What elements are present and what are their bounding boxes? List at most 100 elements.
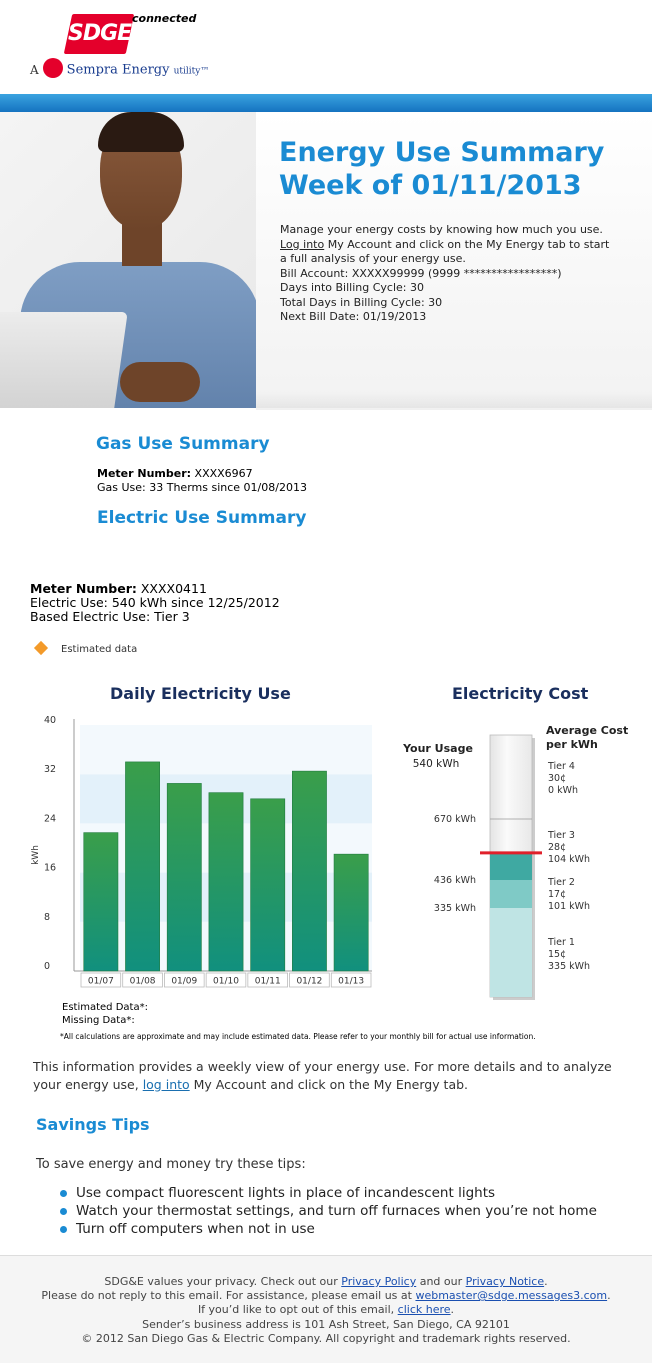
tier-name: Tier 3 <box>547 830 575 841</box>
daily-electricity-chart: 0 8 16 24 32 40 kWh 01/07 01/08 01/09 01/10 01/11 01… <box>31 715 372 988</box>
y-tick-label: 40 <box>44 715 56 726</box>
bill-account: Bill Account: XXXXX99999 (9999 *********… <box>280 266 562 280</box>
footer-reply-line: Please do not reply to this email. For a… <box>0 1289 652 1303</box>
footer-copyright: © 2012 San Diego Gas & Electric Company.… <box>81 1331 571 1345</box>
cost-column <box>480 734 542 1000</box>
threshold-label: 670 kWh <box>434 814 476 825</box>
privacy-policy-link[interactable]: Privacy Policy <box>341 1275 416 1288</box>
sempra-name: Sempra Energy <box>66 62 170 78</box>
photo-laptop <box>0 312 128 408</box>
tier-cost: 17¢ <box>548 889 566 900</box>
footer-l2-end: . <box>607 1289 611 1303</box>
your-usage-label: Your Usage <box>402 742 473 755</box>
info-paragraph: This information provides a weekly view … <box>33 1058 633 1094</box>
electric-based: Based Electric Use: Tier 3 <box>30 609 190 624</box>
footer-l2-before: Please do not reply to this email. For a… <box>41 1289 416 1303</box>
privacy-notice-link[interactable]: Privacy Notice <box>466 1275 544 1288</box>
daily-bar <box>125 761 160 972</box>
tip-item: Turn off computers when not in use <box>60 1220 597 1238</box>
info-login-link[interactable]: log into <box>143 1077 190 1092</box>
daily-bar <box>250 798 286 972</box>
footer-l3-before: If you’d like to opt out of this email, <box>197 1303 398 1317</box>
savings-tips-intro: To save energy and money try these tips: <box>36 1157 306 1172</box>
footer-l1-mid: and our <box>416 1275 466 1288</box>
estimated-data-label: Estimated data <box>61 644 138 655</box>
your-usage-value: 540 kWh <box>413 758 460 770</box>
tier-cost: 15¢ <box>548 949 566 960</box>
legend-missing: Missing Data*: <box>62 1015 135 1026</box>
tier-name: Tier 4 <box>547 761 575 772</box>
photo-hand <box>120 362 200 402</box>
avg-cost-header-l2: per kWh <box>546 738 598 751</box>
x-tick-label: 01/13 <box>338 977 364 987</box>
footer-address: Sender’s business address is 101 Ash Str… <box>142 1317 510 1331</box>
threshold-label: 335 kWh <box>434 903 476 914</box>
tip-item: Watch your thermostat settings, and turn… <box>60 1202 597 1220</box>
logo-text: SDGE <box>68 21 132 46</box>
hero-body: Manage your energy costs by knowing how … <box>280 223 630 325</box>
x-tick-label: 01/07 <box>88 977 114 987</box>
tier-kwh: 101 kWh <box>548 901 590 912</box>
title-line1: Energy Use Summary <box>279 137 605 168</box>
daily-bar <box>208 792 244 972</box>
tier-name: Tier 2 <box>547 877 575 888</box>
gas-meter-label: Meter Number: <box>97 467 192 480</box>
logo-connected-text: connected <box>132 12 197 25</box>
email-header: SDGE connected A Sempra Energy utility™ <box>0 0 652 96</box>
legend-estimated: Estimated Data*: <box>62 1002 148 1013</box>
y-tick-label: 32 <box>44 764 56 775</box>
footer-l1-end: . <box>544 1275 548 1288</box>
opt-out-link[interactable]: click here <box>398 1303 451 1316</box>
threshold-label: 436 kWh <box>434 875 476 886</box>
hero-photo <box>0 112 256 408</box>
page-title: Energy Use Summary Week of 01/11/2013 <box>279 136 639 202</box>
chart-bars <box>83 761 369 972</box>
gas-details: Meter Number: XXXX6967 Gas Use: 33 Therm… <box>97 467 307 495</box>
tip-item: Use compact fluorescent lights in place … <box>60 1184 597 1202</box>
footer-l3-end: . <box>450 1303 455 1317</box>
sdge-logo[interactable]: SDGE <box>63 14 135 54</box>
webmaster-email-link[interactable]: webmaster@sdge.messages3.com <box>415 1289 607 1302</box>
daily-bar <box>333 853 369 972</box>
hero-shadow <box>256 392 652 410</box>
calculation-footnote: *All calculations are approximate and ma… <box>60 1032 536 1041</box>
photo-hair <box>98 112 184 152</box>
tier3-fill <box>490 852 532 880</box>
y-tick-label: 16 <box>44 863 56 874</box>
electric-meter-line: Meter Number: XXXX0411 <box>30 582 280 596</box>
login-rest: My Account and click on the My Energy ta… <box>324 237 610 251</box>
daily-bar <box>292 770 327 972</box>
footer-optout-line: If you’d like to opt out of this email, … <box>0 1303 652 1317</box>
total-days-cycle: Total Days in Billing Cycle: 30 <box>280 295 443 309</box>
days-into-cycle: Days into Billing Cycle: 30 <box>280 281 424 294</box>
daily-chart-title: Daily Electricity Use <box>110 684 291 703</box>
cost-chart-title: Electricity Cost <box>452 684 589 703</box>
hero-analysis: a full analysis of your energy use. <box>280 252 466 265</box>
x-tick-label: 01/09 <box>171 977 197 987</box>
info-after: My Account and click on the My Energy ta… <box>189 1077 469 1092</box>
tier-kwh: 104 kWh <box>548 854 590 865</box>
savings-tips-title: Savings Tips <box>36 1115 150 1134</box>
y-tick-label: 0 <box>44 961 50 972</box>
footer-text: SDG&E values your privacy. Check out our… <box>0 1275 652 1346</box>
header-band <box>0 94 652 112</box>
y-tick-label: 8 <box>44 912 50 923</box>
estimated-diamond-icon <box>33 640 49 656</box>
gas-meter-line: Meter Number: XXXX6967 <box>97 467 307 481</box>
x-tick-label: 01/08 <box>130 977 156 987</box>
gas-title: Gas Use Summary <box>96 434 270 454</box>
login-link[interactable]: Log into <box>280 238 324 251</box>
sempra-suffix: utility <box>173 66 201 77</box>
x-tick-label: 01/12 <box>296 977 322 987</box>
footer-l1-before: SDG&E values your privacy. Check out our <box>104 1275 342 1288</box>
daily-bar <box>83 832 119 972</box>
electric-use: Electric Use: 540 kWh since 12/25/2012 <box>30 595 280 610</box>
tier-kwh: 0 kWh <box>548 785 578 796</box>
tier-kwh: 335 kWh <box>548 961 590 972</box>
sempra-tm: ™ <box>200 66 210 77</box>
tier-name: Tier 1 <box>547 937 575 948</box>
electricity-cost-chart: Your Usage 540 kWh Average Costper kWh 670 … <box>402 724 628 1000</box>
title-line2: Week of 01/11/2013 <box>279 170 582 201</box>
gas-meter-value: XXXX6967 <box>191 467 253 480</box>
x-tick-label: 01/10 <box>213 977 239 987</box>
